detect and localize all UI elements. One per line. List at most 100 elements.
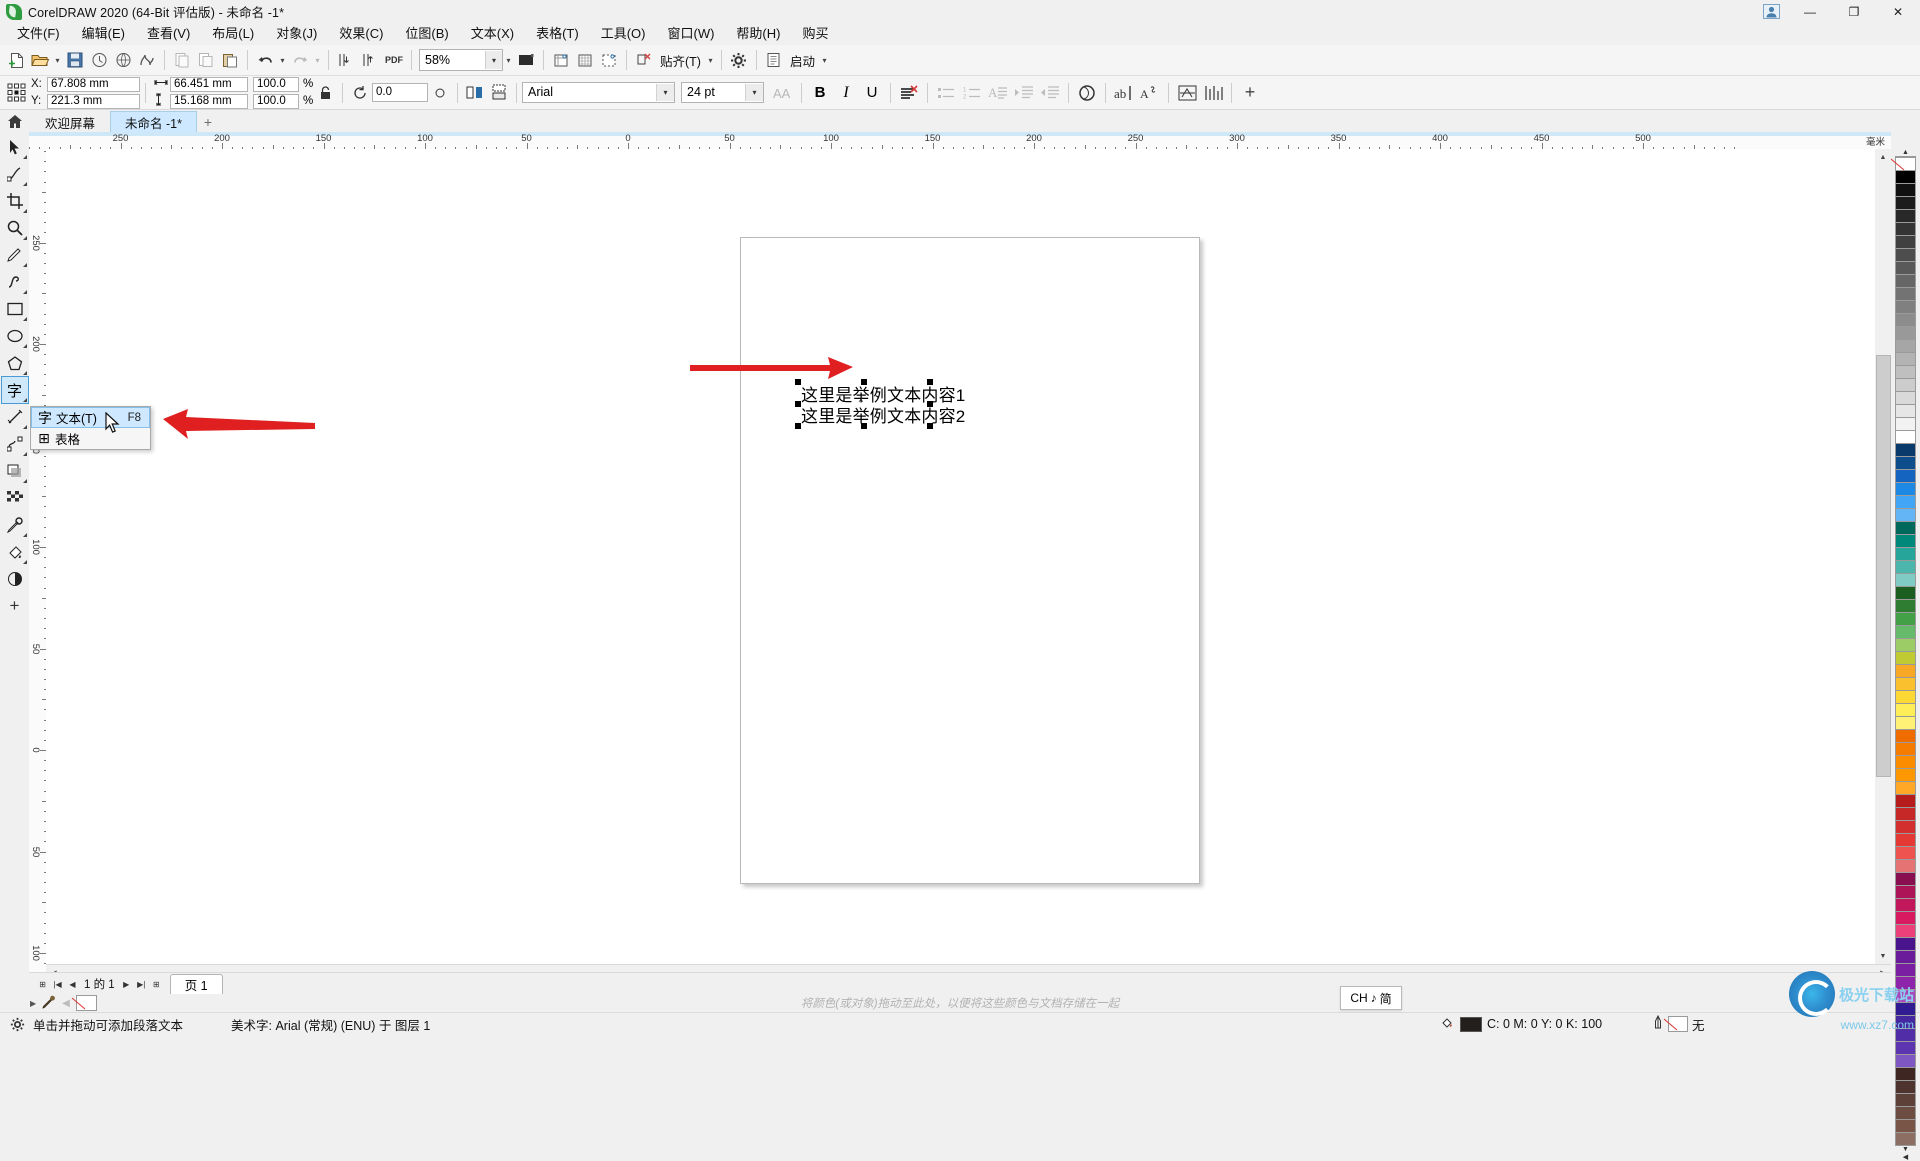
palette-swatch[interactable] xyxy=(1895,431,1916,444)
palette-swatch[interactable] xyxy=(1895,392,1916,405)
palette-swatch[interactable] xyxy=(1895,1133,1916,1146)
palette-swatch[interactable] xyxy=(1895,184,1916,197)
cut-icon[interactable] xyxy=(170,48,194,72)
font-family-combo[interactable]: Arial ▾ xyxy=(522,82,675,103)
palette-swatch[interactable] xyxy=(1895,925,1916,938)
paste-icon[interactable] xyxy=(218,48,242,72)
launch-label[interactable]: 启动 xyxy=(786,51,819,70)
publish-pdf-icon[interactable]: PDF xyxy=(382,48,406,72)
rotation-input[interactable]: 0.0 xyxy=(372,83,428,102)
palette-swatch[interactable] xyxy=(1895,444,1916,457)
palette-swatch[interactable] xyxy=(1895,1081,1916,1094)
palette-swatch[interactable] xyxy=(1895,301,1916,314)
palette-expand-icon[interactable]: ◀ xyxy=(1898,1153,1914,1161)
palette-swatch[interactable] xyxy=(1895,782,1916,795)
indent-less-icon[interactable] xyxy=(1037,81,1063,105)
vertical-ruler[interactable]: 3002502001501005005010015020025030035040… xyxy=(29,149,47,972)
open-dropdown-icon[interactable]: ▾ xyxy=(52,48,63,72)
palette-scroll-down-icon[interactable]: ▼ xyxy=(1898,1146,1914,1153)
font-size-dropdown-icon[interactable]: ▾ xyxy=(745,84,763,101)
palette-swatch[interactable] xyxy=(1895,717,1916,730)
color-palette[interactable]: ▲ ▼ ◀ xyxy=(1891,149,1920,1161)
text-selection-group[interactable]: 这里是举例文本内容1 这里是举例文本内容2 xyxy=(801,385,965,427)
palette-swatch[interactable] xyxy=(1895,236,1916,249)
palette-swatch[interactable] xyxy=(1895,678,1916,691)
text-columns-icon[interactable] xyxy=(1200,81,1226,105)
palette-swatch[interactable] xyxy=(1895,886,1916,899)
minimize-button[interactable]: — xyxy=(1788,0,1832,23)
palette-swatch[interactable] xyxy=(1895,847,1916,860)
bold-icon[interactable]: B xyxy=(807,81,833,105)
selection-handle-ne[interactable] xyxy=(927,379,933,385)
italic-icon[interactable]: I xyxy=(833,81,859,105)
height-input[interactable]: 15.168 mm xyxy=(170,93,248,109)
font-size-combo[interactable]: 24 pt ▾ xyxy=(681,82,764,103)
selection-handle-sw[interactable] xyxy=(795,423,801,429)
export-icon[interactable] xyxy=(358,48,382,72)
palette-no-color-swatch[interactable] xyxy=(1895,156,1916,158)
menu-tools[interactable]: 工具(O) xyxy=(590,24,657,44)
x-input[interactable]: 67.808 mm xyxy=(47,76,140,92)
selection-handle-e[interactable] xyxy=(927,401,933,407)
palette-swatch[interactable] xyxy=(1895,873,1916,886)
close-button[interactable]: ✕ xyxy=(1876,0,1920,23)
palette-swatch[interactable] xyxy=(1895,1055,1916,1068)
undo-dropdown-icon[interactable]: ▾ xyxy=(277,48,288,72)
palette-swatch[interactable] xyxy=(1895,899,1916,912)
palette-swatch[interactable] xyxy=(1895,652,1916,665)
palette-swatch[interactable] xyxy=(1895,249,1916,262)
snap-dropdown-icon[interactable]: ▾ xyxy=(705,48,716,72)
scroll-up-arrow[interactable]: ▲ xyxy=(1875,149,1891,165)
add-tool-icon[interactable]: + xyxy=(2,593,28,619)
palette-swatch[interactable] xyxy=(1895,418,1916,431)
numbered-list-icon[interactable]: 12 xyxy=(959,81,985,105)
palette-swatch[interactable] xyxy=(1895,574,1916,587)
add-page-before-button[interactable]: ⊞ xyxy=(35,976,50,992)
palette-swatch[interactable] xyxy=(1895,548,1916,561)
copy-icon[interactable] xyxy=(194,48,218,72)
zoom-input[interactable] xyxy=(420,50,485,70)
rectangle-tool[interactable] xyxy=(2,296,28,322)
menu-object[interactable]: 对象(J) xyxy=(265,24,328,44)
flyout-item-text[interactable]: 字 文本(T) F8 xyxy=(31,407,150,428)
transparency-tool[interactable] xyxy=(2,485,28,511)
next-page-button[interactable]: ▶ xyxy=(119,976,134,992)
mirror-horizontal-icon[interactable] xyxy=(463,81,487,105)
v-scroll-thumb[interactable] xyxy=(1876,355,1891,777)
palette-swatch[interactable] xyxy=(1895,470,1916,483)
redo-dropdown-icon[interactable]: ▾ xyxy=(312,48,323,72)
palette-swatch[interactable] xyxy=(1895,262,1916,275)
launch-dropdown-icon[interactable]: ▾ xyxy=(819,48,830,72)
account-icon[interactable] xyxy=(1758,3,1784,20)
view-guides-icon[interactable] xyxy=(597,48,621,72)
width-input[interactable]: 66.451 mm xyxy=(170,76,248,92)
interactive-fill-tool[interactable] xyxy=(2,539,28,565)
polygon-tool[interactable] xyxy=(2,350,28,376)
scale-height-input[interactable]: 100.0 xyxy=(253,93,299,109)
no-fill-swatch[interactable] xyxy=(75,995,97,1011)
view-rulers-icon[interactable] xyxy=(549,48,573,72)
new-document-icon[interactable] xyxy=(4,48,28,72)
palette-swatch[interactable] xyxy=(1895,587,1916,600)
palette-swatch[interactable] xyxy=(1895,288,1916,301)
palette-swatch[interactable] xyxy=(1895,314,1916,327)
freehand-tool[interactable] xyxy=(2,242,28,268)
pick-tool[interactable] xyxy=(2,134,28,160)
palette-swatch[interactable] xyxy=(1895,665,1916,678)
palette-swatch[interactable] xyxy=(1895,275,1916,288)
redo-icon[interactable] xyxy=(288,48,312,72)
prev-swatch-arrow-icon[interactable]: ◀ xyxy=(62,998,70,1009)
bullet-list-icon[interactable] xyxy=(933,81,959,105)
menu-bitmap[interactable]: 位图(B) xyxy=(394,24,459,44)
menu-view[interactable]: 查看(V) xyxy=(136,24,201,44)
open-icon[interactable] xyxy=(28,48,52,72)
palette-swatch[interactable] xyxy=(1895,613,1916,626)
palette-swatch[interactable] xyxy=(1895,1068,1916,1081)
drop-shadow-tool[interactable] xyxy=(2,458,28,484)
palette-swatch[interactable] xyxy=(1895,769,1916,782)
smart-fill-tool[interactable] xyxy=(2,566,28,592)
palette-swatch[interactable] xyxy=(1895,691,1916,704)
palette-swatch[interactable] xyxy=(1895,626,1916,639)
object-position-icon[interactable] xyxy=(4,81,28,105)
drawing-canvas[interactable]: 这里是举例文本内容1 这里是举例文本内容2 × xyxy=(46,149,1891,972)
